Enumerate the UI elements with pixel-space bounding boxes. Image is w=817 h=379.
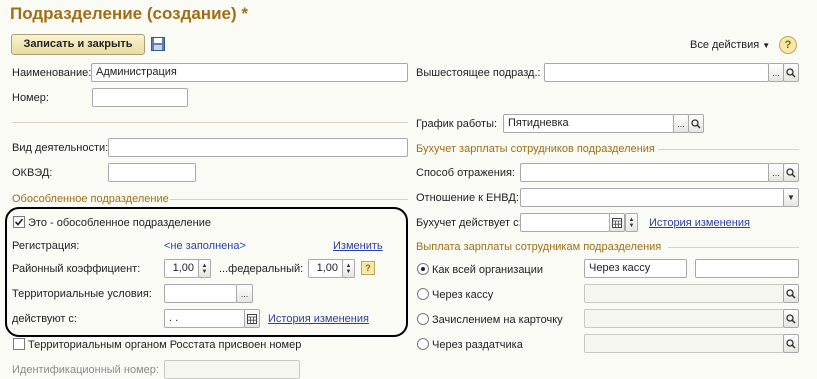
radio-distributor[interactable] — [417, 338, 429, 350]
save-close-label: Записать и закрыть — [23, 38, 133, 50]
name-label: Наименование: — [12, 67, 92, 79]
search-icon[interactable] — [783, 284, 799, 303]
schedule-field[interactable]: Пятидневка — [503, 114, 674, 133]
history-link-left[interactable]: История изменения — [268, 312, 369, 326]
save-close-button[interactable]: Записать и закрыть — [11, 34, 145, 55]
checkmark-icon — [14, 218, 24, 226]
federal-label: ...федеральный: — [219, 263, 304, 275]
parent-field[interactable] — [544, 63, 769, 82]
radio-org[interactable] — [417, 263, 429, 275]
org-payout-extra-field — [695, 259, 799, 278]
parent-select-button[interactable]: ... — [768, 63, 784, 82]
federal-field[interactable]: 1,00 — [308, 259, 343, 278]
radio-card-label: Зачислением на карточку — [432, 314, 563, 326]
number-label: Номер: — [12, 92, 49, 104]
activity-field[interactable] — [108, 138, 408, 157]
search-icon[interactable] — [688, 114, 704, 133]
activity-label: Вид деятельности: — [12, 142, 109, 154]
radio-cash[interactable] — [417, 288, 429, 300]
change-link[interactable]: Изменить — [333, 239, 383, 253]
floppy-icon[interactable] — [151, 37, 165, 51]
rosstat-label: Территориальным органом Росстата присвое… — [28, 339, 302, 351]
calendar-icon[interactable] — [244, 309, 260, 328]
district-coef-field[interactable]: 1,00 — [164, 259, 199, 278]
radio-card[interactable] — [417, 313, 429, 325]
separate-section-title: Обособленное подразделение — [12, 193, 169, 205]
registration-label: Регистрация: — [12, 240, 80, 252]
schedule-select-button[interactable]: ... — [673, 114, 689, 133]
is-separate-checkbox[interactable] — [13, 216, 25, 228]
dots-icon: ... — [240, 288, 249, 299]
reflection-select-button[interactable]: ... — [768, 163, 784, 182]
number-field[interactable] — [92, 88, 188, 107]
section-line — [170, 199, 408, 200]
radio-distributor-label: Через раздатчика — [432, 339, 523, 351]
dots-icon: ... — [772, 67, 780, 78]
divider — [12, 122, 408, 123]
search-icon[interactable] — [783, 63, 799, 82]
envd-dropdown-button[interactable]: ▼ — [783, 188, 799, 207]
search-icon[interactable] — [783, 309, 799, 328]
territorial-select-button[interactable]: ... — [236, 284, 253, 303]
calendar-icon[interactable] — [609, 213, 625, 232]
okved-field[interactable] — [108, 163, 196, 182]
territorial-label: Территориальные условия: — [12, 288, 152, 300]
dots-icon: ... — [772, 167, 780, 178]
payout-section-title: Выплата зарплаты сотрудникам подразделен… — [416, 241, 662, 253]
search-icon[interactable] — [783, 334, 799, 353]
reflection-label: Способ отражения: — [416, 167, 515, 179]
search-icon[interactable] — [783, 163, 799, 182]
reflection-field[interactable] — [520, 163, 769, 182]
distributor-field[interactable] — [584, 334, 784, 353]
okved-label: ОКВЭД: — [12, 167, 53, 179]
all-actions-label: Все действия — [690, 39, 760, 51]
rosstat-checkbox[interactable] — [13, 338, 25, 350]
id-number-label: Идентификационный номер: — [12, 364, 159, 376]
accounting-section-title: Бухучет зарплаты сотрудников подразделен… — [416, 143, 655, 155]
radio-org-label: Как всей организации — [432, 264, 544, 276]
accounting-from-label: Бухучет действует с: — [416, 217, 522, 229]
history-link-right[interactable]: История изменения — [649, 216, 750, 230]
section-line — [668, 247, 799, 248]
territorial-field[interactable] — [164, 284, 237, 303]
id-number-field[interactable] — [164, 360, 300, 379]
federal-stepper[interactable]: ▲ ▼ — [342, 259, 355, 278]
effective-date-field[interactable]: . . — [164, 309, 245, 328]
dots-icon: ... — [677, 118, 685, 129]
help-button[interactable]: ? — [779, 36, 797, 54]
page-title: Подразделение (создание) * — [10, 4, 248, 23]
district-coef-stepper[interactable]: ▲ ▼ — [198, 259, 211, 278]
parent-label: Вышестоящее подразд.: — [416, 67, 541, 79]
section-line — [658, 149, 799, 150]
radio-cash-label: Через кассу — [432, 289, 494, 301]
chevron-down-icon: ▼ — [762, 41, 771, 50]
name-field[interactable]: Администрация — [91, 63, 408, 82]
all-actions-menu[interactable]: Все действия ▼ — [690, 38, 770, 53]
registration-value: <не заполнена> — [164, 240, 246, 252]
help-glyph: ? — [784, 39, 792, 51]
card-field[interactable] — [584, 309, 784, 328]
accounting-from-field[interactable] — [520, 213, 610, 232]
is-separate-label: Это - обособленное подразделение — [28, 217, 211, 229]
org-payout-field: Через кассу — [584, 259, 687, 278]
federal-help-button[interactable]: ? — [361, 261, 375, 275]
envd-label: Отношение к ЕНВД: — [416, 192, 519, 204]
help-glyph: ? — [365, 263, 371, 273]
envd-field[interactable] — [520, 188, 785, 207]
chevron-down-icon: ▼ — [787, 193, 795, 202]
effective-label: действуют с: — [12, 313, 77, 325]
schedule-label: График работы: — [416, 118, 498, 130]
district-coef-label: Районный коэффициент: — [12, 263, 141, 275]
cash-field[interactable] — [584, 284, 784, 303]
accounting-from-stepper[interactable]: ▲ ▼ — [625, 213, 638, 232]
